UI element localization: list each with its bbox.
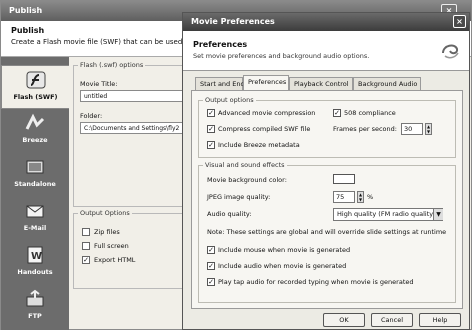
tab-playback-control[interactable]: Playback Control <box>289 77 353 90</box>
global-settings-note: Note: These settings are global and will… <box>207 228 447 236</box>
include-audio-checkbox[interactable]: ✓ <box>207 262 215 270</box>
output-options-group: Output Options Zip files Full screen ✓ E… <box>73 209 191 289</box>
dialog-header-title: Preferences <box>193 40 248 49</box>
advanced-compression-checkbox[interactable]: ✓ <box>207 109 215 117</box>
ok-button[interactable]: OK <box>323 313 365 327</box>
sidebar-item-standalone[interactable]: Standalone <box>1 153 69 197</box>
include-breeze-label: Include Breeze metadata <box>218 141 300 149</box>
sidebar-item-handouts[interactable]: W Handouts <box>1 241 69 285</box>
zip-files-checkbox[interactable] <box>82 228 90 236</box>
chevron-down-icon[interactable]: ▼ <box>433 209 443 220</box>
dialog-title: Movie Preferences <box>191 17 275 26</box>
tab-preferences[interactable]: Preferences <box>243 75 289 91</box>
flash-options-group: Flash (.swf) options Movie Title: untitl… <box>73 61 191 207</box>
compliance-508-label: 508 compliance <box>344 109 396 117</box>
dialog-titlebar: Movie Preferences × <box>183 13 469 31</box>
audio-quality-label: Audio quality: <box>207 210 252 218</box>
include-mouse-checkbox[interactable]: ✓ <box>207 246 215 254</box>
audio-quality-select[interactable]: High quality (FM radio quality) <box>333 208 443 221</box>
publish-sidebar: Flash (SWF) Breeze Standalone E-Mail W H… <box>1 57 69 330</box>
preferences-tab-panel: Output options ✓ Advanced movie compress… <box>191 90 463 309</box>
sidebar-item-label: E-Mail <box>23 224 47 232</box>
sidebar-item-label: Flash (SWF) <box>13 93 58 101</box>
visual-sound-legend: Visual and sound effects <box>203 161 287 169</box>
sidebar-item-email[interactable]: E-Mail <box>1 197 69 241</box>
ftp-icon <box>26 289 44 307</box>
output-options-dialog-group: Output options ✓ Advanced movie compress… <box>198 96 456 158</box>
jpeg-quality-input[interactable]: 75 <box>333 191 355 203</box>
sidebar-item-ftp[interactable]: FTP <box>1 285 69 329</box>
frames-per-second-label: Frames per second: <box>333 125 397 133</box>
jpeg-spinner-icon[interactable]: ▲ ▼ <box>357 191 364 203</box>
compliance-508-checkbox[interactable]: ✓ <box>333 109 341 117</box>
include-mouse-label: Include mouse when movie is generated <box>218 246 351 254</box>
movie-title-label: Movie Title: <box>80 80 118 88</box>
standalone-icon <box>26 160 44 174</box>
zip-files-label: Zip files <box>94 228 120 236</box>
advanced-compression-label: Advanced movie compression <box>218 109 316 117</box>
dialog-close-button[interactable]: × <box>453 15 466 28</box>
sidebar-item-flash-swf[interactable]: Flash (SWF) <box>1 65 69 109</box>
cancel-button[interactable]: Cancel <box>371 313 413 327</box>
jpeg-unit-label: % <box>367 193 374 201</box>
flash-icon <box>26 71 45 89</box>
compress-swf-label: Compress compiled SWF file <box>218 125 311 133</box>
breeze-icon <box>25 113 45 130</box>
sidebar-item-label: Handouts <box>17 268 53 276</box>
export-html-checkbox[interactable]: ✓ <box>82 256 90 264</box>
folder-label: Folder: <box>80 112 103 120</box>
output-options-dialog-legend: Output options <box>203 96 256 104</box>
include-breeze-checkbox[interactable]: ✓ <box>207 141 215 149</box>
captivate-logo-icon <box>442 44 459 59</box>
visual-sound-group: Visual and sound effects Movie backgroun… <box>198 161 456 303</box>
help-button[interactable]: Help <box>419 313 461 327</box>
sidebar-item-label: Breeze <box>22 136 48 144</box>
svg-text:W: W <box>31 251 42 262</box>
frames-spinner-icon[interactable]: ▲ ▼ <box>425 123 432 135</box>
tab-background-audio[interactable]: Background Audio <box>353 77 421 90</box>
sidebar-item-label: FTP <box>28 312 42 320</box>
dialog-header: Preferences Set movie preferences and ba… <box>183 31 469 71</box>
include-audio-label: Include audio when movie is generated <box>218 262 347 270</box>
full-screen-checkbox[interactable] <box>82 242 90 250</box>
flash-options-legend: Flash (.swf) options <box>78 61 146 69</box>
publish-window-title: Publish <box>9 6 43 15</box>
bg-color-swatch[interactable] <box>333 174 355 184</box>
tab-start-and-end[interactable]: Start and End <box>195 77 245 90</box>
sidebar-item-breeze[interactable]: Breeze <box>1 109 69 153</box>
bg-color-label: Movie background color: <box>207 176 287 184</box>
compress-swf-checkbox[interactable]: ✓ <box>207 125 215 133</box>
full-screen-label: Full screen <box>94 242 129 250</box>
movie-preferences-dialog: Movie Preferences × Preferences Set movi… <box>182 12 470 330</box>
play-tap-audio-label: Play tap audio for recorded typing when … <box>218 278 414 286</box>
output-options-legend: Output Options <box>78 209 132 217</box>
dialog-header-subtitle: Set movie preferences and background aud… <box>193 52 370 60</box>
folder-input[interactable]: C:\Documents and Settings\fly2 <box>80 122 188 134</box>
export-html-label: Export HTML <box>94 256 136 264</box>
sidebar-item-label: Standalone <box>14 180 56 188</box>
handouts-icon: W <box>27 246 43 264</box>
frames-per-second-input[interactable]: 30 <box>401 123 423 135</box>
movie-title-input[interactable]: untitled <box>80 90 188 102</box>
email-icon <box>26 205 44 218</box>
jpeg-quality-label: JPEG image quality: <box>207 193 271 201</box>
play-tap-audio-checkbox[interactable]: ✓ <box>207 278 215 286</box>
